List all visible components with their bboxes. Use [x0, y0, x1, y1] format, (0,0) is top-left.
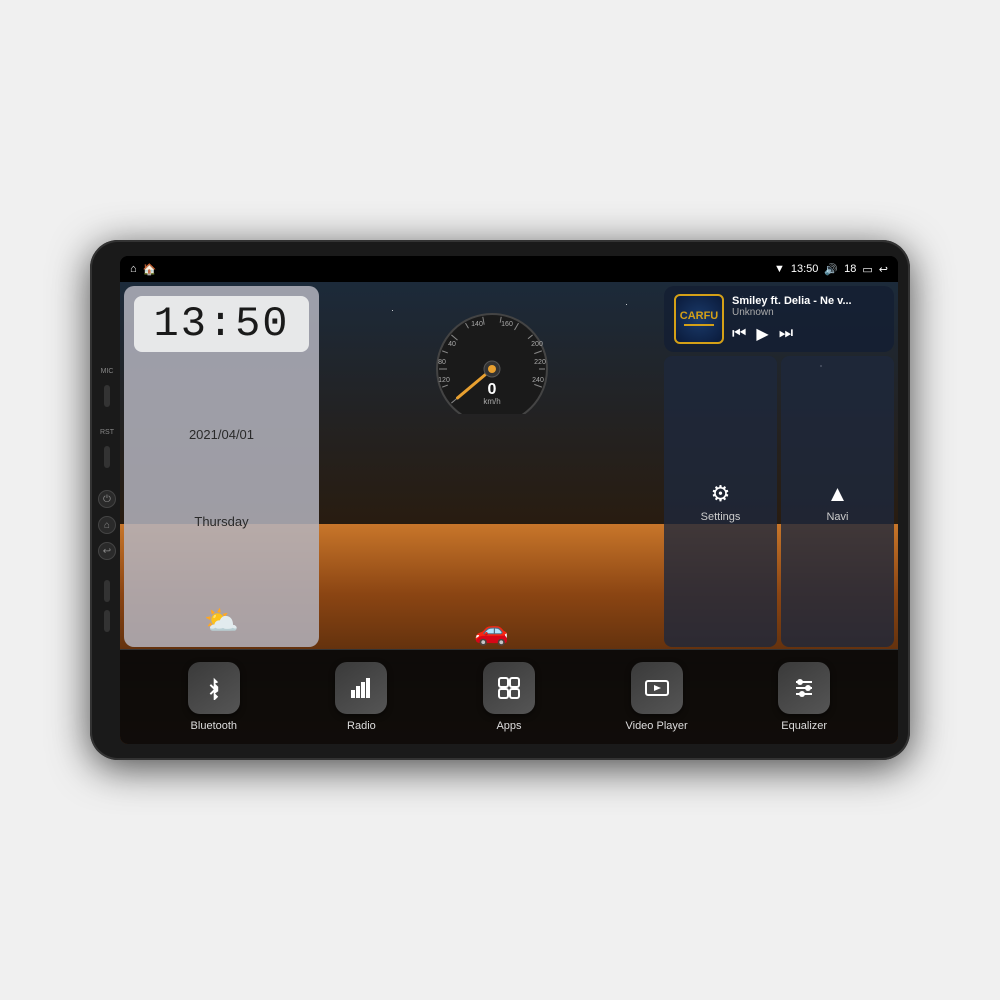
speedometer-widget: 40 80 120 140 160 200 220 240 — [323, 286, 660, 647]
equalizer-icon-box — [778, 662, 830, 714]
video-icon — [645, 676, 669, 700]
clock-day: Thursday — [194, 514, 248, 529]
svg-text:0: 0 — [487, 381, 496, 398]
battery-icon: ▭ — [862, 263, 872, 276]
apps-tile[interactable]: Apps — [435, 662, 583, 732]
home-side-icon: ⌂ — [104, 520, 110, 531]
speedometer-svg: 40 80 120 140 160 200 220 240 — [422, 294, 562, 414]
rst-label: RST — [100, 429, 114, 436]
power-icon: ⏻ — [103, 494, 111, 505]
music-artist: Unknown — [732, 307, 884, 318]
svg-text:220: 220 — [534, 359, 546, 366]
car-icon: 🚗 — [474, 614, 509, 647]
video-player-label: Video Player — [625, 720, 687, 732]
album-art: CARFU — [674, 294, 724, 344]
weather-icon: ⛅ — [204, 604, 239, 637]
status-right: ▼ 13:50 🔊 18 ▭ ↩ — [774, 263, 888, 276]
music-info: Smiley ft. Delia - Ne v... Unknown ⏮ ▶ ⏭ — [732, 295, 884, 344]
house-icon[interactable]: 🏠 — [143, 263, 157, 276]
clock-time: 13:50 — [134, 296, 309, 352]
navi-tile[interactable]: ▲ Navi — [781, 356, 894, 647]
svg-text:200: 200 — [531, 341, 543, 348]
radio-tile[interactable]: Radio — [288, 662, 436, 732]
video-icon-box — [631, 662, 683, 714]
svg-text:120: 120 — [438, 377, 450, 384]
car-head-unit: MIC RST ⏻ ⌂ ↩ ⌂ 🏠 ▼ 13:50 🔊 — [90, 240, 910, 760]
vol-down-button[interactable] — [104, 610, 110, 632]
wifi-icon: ▼ — [774, 263, 785, 275]
back-side-button[interactable]: ↩ — [98, 542, 116, 560]
home-side-button[interactable]: ⌂ — [98, 516, 116, 534]
svg-text:km/h: km/h — [483, 397, 500, 406]
rst-button[interactable] — [104, 446, 110, 468]
right-panel: CARFU Smiley ft. Delia - Ne v... Unknown… — [664, 286, 894, 647]
apps-icon — [497, 676, 521, 700]
next-button[interactable]: ⏭ — [779, 325, 793, 343]
volume-icon: 🔊 — [824, 263, 838, 276]
bluetooth-icon — [202, 676, 226, 700]
quick-grid: ⚙ Settings ▲ Navi — [664, 356, 894, 647]
bluetooth-icon-box — [188, 662, 240, 714]
video-player-tile[interactable]: Video Player — [583, 662, 731, 732]
album-logo: CARFU — [680, 310, 719, 322]
play-button[interactable]: ▶ — [756, 324, 768, 344]
svg-text:80: 80 — [438, 359, 446, 366]
bluetooth-tile[interactable]: Bluetooth — [140, 662, 288, 732]
radio-icon — [349, 676, 373, 700]
svg-text:140: 140 — [471, 321, 483, 328]
bluetooth-label: Bluetooth — [191, 720, 237, 732]
svg-text:40: 40 — [448, 341, 456, 348]
svg-text:160: 160 — [501, 321, 513, 328]
back-side-icon: ↩ — [103, 546, 111, 557]
power-button[interactable]: ⏻ — [98, 490, 116, 508]
navi-label: Navi — [826, 511, 848, 523]
settings-icon: ⚙ — [711, 481, 731, 507]
main-content: 13:50 2021/04/01 Thursday ⛅ — [120, 282, 898, 744]
apps-label: Apps — [496, 720, 521, 732]
back-icon[interactable]: ↩ — [879, 263, 888, 276]
vol-up-button[interactable] — [104, 580, 110, 602]
apps-icon-box — [483, 662, 535, 714]
status-time: 13:50 — [791, 263, 819, 275]
volume-level: 18 — [844, 263, 856, 275]
equalizer-icon — [792, 676, 816, 700]
status-left: ⌂ 🏠 — [130, 263, 156, 276]
mic-label: MIC — [101, 368, 114, 375]
settings-tile[interactable]: ⚙ Settings — [664, 356, 777, 647]
side-button-panel: MIC RST ⏻ ⌂ ↩ — [98, 368, 116, 632]
music-title: Smiley ft. Delia - Ne v... — [732, 295, 884, 307]
navi-icon: ▲ — [827, 481, 849, 507]
radio-icon-box — [335, 662, 387, 714]
status-bar: ⌂ 🏠 ▼ 13:50 🔊 18 ▭ ↩ — [120, 256, 898, 282]
clock-widget: 13:50 2021/04/01 Thursday ⛅ — [124, 286, 319, 647]
widgets-row: 13:50 2021/04/01 Thursday ⛅ — [120, 282, 898, 649]
prev-button[interactable]: ⏮ — [732, 325, 746, 343]
screen: ⌂ 🏠 ▼ 13:50 🔊 18 ▭ ↩ — [120, 256, 898, 744]
mic-button[interactable] — [104, 385, 110, 407]
app-bar: Bluetooth Radio — [120, 649, 898, 744]
radio-label: Radio — [347, 720, 376, 732]
equalizer-tile[interactable]: Equalizer — [730, 662, 878, 732]
settings-label: Settings — [701, 511, 741, 523]
home-nav-icon[interactable]: ⌂ — [130, 263, 137, 275]
clock-date: 2021/04/01 — [189, 427, 254, 442]
svg-text:240: 240 — [532, 377, 544, 384]
music-controls: ⏮ ▶ ⏭ — [732, 324, 884, 344]
equalizer-label: Equalizer — [781, 720, 827, 732]
music-widget[interactable]: CARFU Smiley ft. Delia - Ne v... Unknown… — [664, 286, 894, 352]
